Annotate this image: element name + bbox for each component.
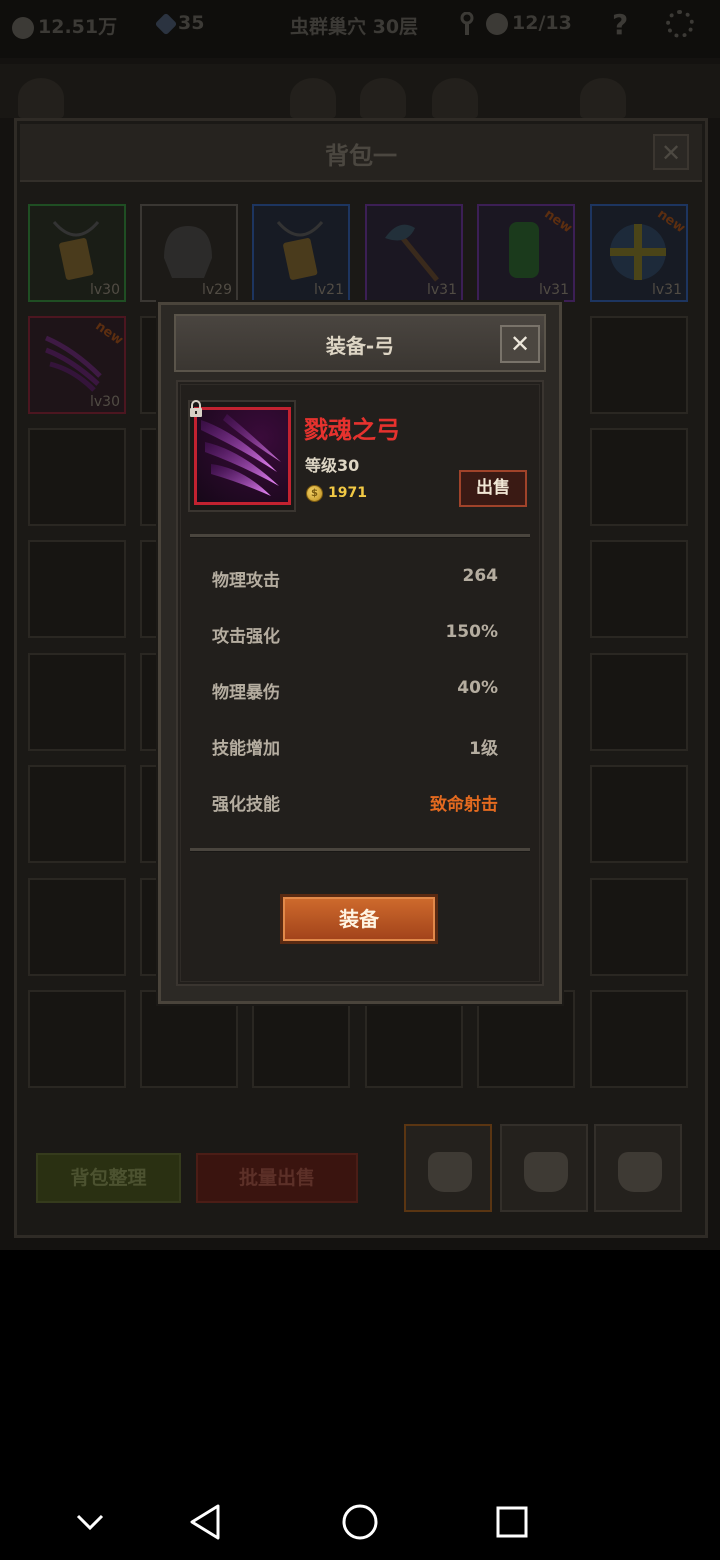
green-armor-icon <box>509 222 539 278</box>
bag-slot[interactable]: new lv30 <box>28 316 126 414</box>
location-label: 虫群巢穴 30层 <box>290 16 419 38</box>
decor-strip <box>0 64 720 118</box>
slot-level: lv21 <box>314 282 344 298</box>
bag-slot[interactable]: lv29 <box>140 204 238 302</box>
bag-slot-empty[interactable] <box>252 990 350 1088</box>
equip-button[interactable]: 装备 <box>280 894 438 944</box>
bag-slot[interactable]: lv21 <box>252 204 350 302</box>
back-icon[interactable] <box>182 1498 230 1546</box>
bag-slot-empty[interactable] <box>590 990 688 1088</box>
bag-slot-empty[interactable] <box>28 990 126 1088</box>
stat-label: 攻击强化 <box>212 627 280 647</box>
home-icon[interactable] <box>336 1498 384 1546</box>
bag-slot-empty[interactable] <box>28 878 126 976</box>
purple-claw-bow-icon <box>45 335 102 392</box>
divider <box>190 534 530 538</box>
gold-tablet-necklace-icon <box>52 221 100 280</box>
dialog-close-button[interactable]: ✕ <box>500 325 540 363</box>
gem-counter: 35 <box>154 12 205 35</box>
help-icon[interactable]: ? <box>612 8 628 41</box>
stat-label: 强化技能 <box>212 795 280 815</box>
key-counter: 12/13 <box>486 12 572 35</box>
sell-button[interactable]: 出售 <box>459 470 527 507</box>
bag-slot-empty[interactable] <box>28 765 126 863</box>
slot-level: lv31 <box>652 282 682 298</box>
bag-slot-empty[interactable] <box>477 990 575 1088</box>
item-level: 等级30 <box>305 456 360 475</box>
lock-icon[interactable] <box>188 400 204 418</box>
gem-value: 35 <box>178 12 205 34</box>
bulk-sell-button[interactable]: 批量出售 <box>196 1153 358 1203</box>
item-name: 戮魂之弓 <box>304 416 400 444</box>
round-shield-icon <box>610 224 666 280</box>
dialog-title: 装备-弓 <box>325 334 395 358</box>
bag-icon <box>524 1152 568 1192</box>
gold-value: 12.51万 <box>38 16 118 38</box>
bag-slot[interactable]: new lv31 <box>477 204 575 302</box>
coin-icon: $ <box>306 485 323 502</box>
chevron-down-icon[interactable] <box>66 1498 114 1546</box>
stat-label: 物理暴伤 <box>212 683 280 703</box>
bag-tab-2[interactable] <box>500 1124 588 1212</box>
bag-close-button[interactable]: ✕ <box>653 134 689 170</box>
bag-slot[interactable]: lv31 <box>365 204 463 302</box>
bag-slot[interactable]: new lv31 <box>590 204 688 302</box>
gold-counter: 12.51万 <box>12 12 117 39</box>
bag-slot-empty[interactable] <box>28 428 126 526</box>
slot-level: lv31 <box>539 282 569 298</box>
stat-value: 150% <box>445 622 498 642</box>
bag-slot[interactable]: lv30 <box>28 204 126 302</box>
stat-label: 物理攻击 <box>212 571 280 591</box>
skull-icon <box>486 12 508 35</box>
bag-slot-empty[interactable] <box>140 990 238 1088</box>
item-price: 1971 <box>328 485 367 501</box>
slot-level: lv31 <box>427 282 457 298</box>
gem-icon <box>154 12 178 35</box>
bag-title: 背包一 <box>325 142 397 170</box>
battle-axe-icon <box>385 224 439 282</box>
gear-icon[interactable] <box>666 10 694 38</box>
purple-claw-bow-icon <box>201 414 281 496</box>
key-value: 12/13 <box>512 12 572 34</box>
stat-value: 1级 <box>469 739 498 759</box>
bag-slot-empty[interactable] <box>365 990 463 1088</box>
bag-icon <box>428 1152 472 1192</box>
bag-tab-1[interactable] <box>404 1124 492 1212</box>
bag-slot-empty[interactable] <box>590 765 688 863</box>
bag-slot-empty[interactable] <box>590 316 688 414</box>
slot-level: lv30 <box>90 282 120 298</box>
stat-value: 264 <box>462 566 499 586</box>
bag-slot-empty[interactable] <box>590 540 688 638</box>
slot-level: lv30 <box>90 394 120 410</box>
bag-tab-3[interactable] <box>594 1124 682 1212</box>
recents-icon[interactable] <box>488 1498 536 1546</box>
dark-helmet-icon <box>164 226 212 278</box>
bag-slot-empty[interactable] <box>590 653 688 751</box>
stat-value: 40% <box>457 678 498 698</box>
gold-coin-icon <box>12 16 34 39</box>
bag-slot-empty[interactable] <box>590 428 688 526</box>
item-icon <box>194 407 291 505</box>
sort-bag-button[interactable]: 背包整理 <box>36 1153 181 1203</box>
key-icon <box>458 11 476 41</box>
bag-icon <box>618 1152 662 1192</box>
slot-level: lv29 <box>202 282 232 298</box>
bag-slot-empty[interactable] <box>590 878 688 976</box>
bag-slot-empty[interactable] <box>28 540 126 638</box>
bag-slot-empty[interactable] <box>28 653 126 751</box>
stat-label: 技能增加 <box>212 739 280 759</box>
gold-tablet-necklace-icon <box>276 221 324 280</box>
divider <box>190 848 530 852</box>
enhanced-skill-value: 致命射击 <box>430 795 498 815</box>
